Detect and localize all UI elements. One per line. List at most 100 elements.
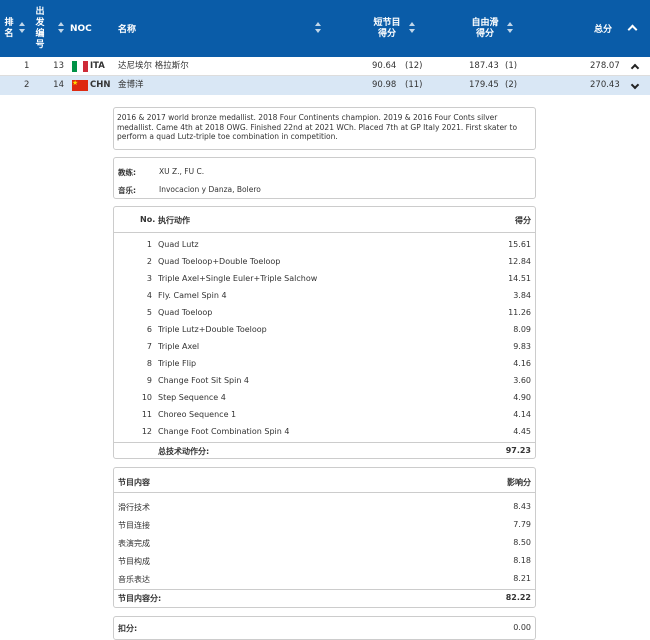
- element-score: 4.45: [513, 427, 531, 436]
- element-number: 7: [146, 342, 152, 351]
- element-number: 4: [146, 291, 152, 300]
- name-header[interactable]: 名称: [118, 0, 136, 57]
- element-score: 14.51: [508, 274, 531, 283]
- element-number: 2: [146, 257, 152, 266]
- element-name: Change Foot Combination Spin 4: [158, 427, 290, 436]
- free-skating-header[interactable]: 自由滑 得分: [468, 0, 502, 57]
- element-score: 4.90: [513, 393, 531, 402]
- element-score: 15.61: [508, 240, 531, 249]
- table-row[interactable]: 2 14 ★ CHN 金博洋 90.98 (11) 179.45 (2) 270…: [0, 76, 650, 95]
- components-total-value: 82.22: [505, 593, 531, 602]
- element-name: Fly. Camel Spin 4: [158, 291, 227, 300]
- total-header[interactable]: 总分: [594, 0, 612, 57]
- divider: [114, 232, 535, 233]
- free-skating-score: 187.43: [469, 61, 499, 71]
- free-skating-score: 179.45: [469, 80, 499, 90]
- results-table-header: 排 名 出 发 编 号 NOC 名称 短节目 得分 自由滑 得分 总分: [0, 0, 650, 57]
- element-score: 11.26: [508, 308, 531, 317]
- element-number: 11: [141, 410, 152, 419]
- coach-label: 教练:: [118, 168, 136, 177]
- element-score: 4.16: [513, 359, 531, 368]
- free-skating-rank: (1): [505, 61, 518, 71]
- chevron-down-icon[interactable]: [631, 82, 639, 90]
- element-score: 4.14: [513, 410, 531, 419]
- free-skating-rank: (2): [505, 80, 518, 90]
- element-name: Quad Toeloop: [158, 308, 213, 317]
- music-value: Invocacion y Danza, Bolero: [159, 185, 261, 194]
- element-score: 3.84: [513, 291, 531, 300]
- table-row[interactable]: 1 13 ITA 达尼埃尔 格拉斯尔 90.64 (12) 187.43 (1)…: [0, 57, 650, 76]
- elements-total-label: 总技术动作分:: [158, 447, 210, 456]
- element-score: 12.84: [508, 257, 531, 266]
- short-program-sort-icon[interactable]: [409, 22, 415, 34]
- component-score: 8.18: [513, 556, 531, 565]
- divider: [114, 442, 535, 443]
- short-program-score: 90.64: [372, 61, 397, 71]
- element-number: 3: [146, 274, 152, 283]
- rank-cell: 2: [24, 80, 30, 90]
- deductions-value: 0.00: [513, 623, 531, 632]
- collapse-all-icon[interactable]: [628, 23, 638, 33]
- component-name: 节目连接: [118, 521, 150, 530]
- element-name: Triple Axel: [158, 342, 200, 351]
- element-name: Quad Toeloop+Double Toeloop: [158, 257, 281, 266]
- component-score: 8.43: [513, 502, 531, 511]
- biography-text: 2016 & 2017 world bronze medallist. 2018…: [117, 113, 518, 141]
- short-program-score: 90.98: [372, 80, 397, 90]
- total-score: 270.43: [590, 80, 620, 90]
- name-sort-icon[interactable]: [315, 22, 321, 34]
- noc-cell: ITA: [90, 61, 105, 71]
- component-name: 节目构成: [118, 557, 150, 566]
- free-skating-sort-icon[interactable]: [507, 22, 513, 34]
- deductions-label: 扣分:: [118, 624, 138, 633]
- music-label: 音乐:: [118, 186, 136, 195]
- divider: [114, 589, 535, 590]
- noc-cell: CHN: [90, 80, 111, 90]
- component-score: 7.79: [513, 520, 531, 529]
- component-name: 表演完成: [118, 539, 150, 548]
- start-number-sort-icon[interactable]: [58, 22, 64, 34]
- short-program-rank: (11): [405, 80, 423, 90]
- skater-name[interactable]: 金博洋: [118, 76, 144, 95]
- total-score: 278.07: [590, 61, 620, 71]
- executed-elements-table: No. 执行动作 得分 总技术动作分: 97.23 1 Quad Lutz 15.6…: [113, 206, 536, 459]
- coach-music-panel: 教练: XU Z., FU C. 音乐: Invocacion y Danza,…: [113, 157, 536, 199]
- noc-header[interactable]: NOC: [70, 0, 92, 57]
- element-score: 3.60: [513, 376, 531, 385]
- elements-no-header: No.: [140, 215, 156, 224]
- rank-header[interactable]: 排 名: [3, 0, 15, 57]
- skater-name[interactable]: 达尼埃尔 格拉斯尔: [118, 57, 189, 76]
- element-number: 6: [146, 325, 152, 334]
- start-number-cell: 14: [53, 80, 64, 90]
- china-flag-icon: ★: [72, 80, 88, 91]
- component-name: 音乐表达: [118, 575, 150, 584]
- component-score: 8.50: [513, 538, 531, 547]
- element-name: Triple Axel+Single Euler+Triple Salchow: [158, 274, 318, 283]
- elements-name-header: 执行动作: [158, 216, 190, 225]
- skater-biography: 2016 & 2017 world bronze medallist. 2018…: [113, 107, 536, 150]
- rank-sort-icon[interactable]: [19, 22, 25, 34]
- element-number: 9: [146, 376, 152, 385]
- divider: [114, 492, 535, 493]
- element-number: 8: [146, 359, 152, 368]
- short-program-rank: (12): [405, 61, 423, 71]
- element-number: 5: [146, 308, 152, 317]
- chevron-up-icon[interactable]: [631, 63, 639, 71]
- components-header: 节目内容: [118, 478, 150, 487]
- element-number: 10: [141, 393, 152, 402]
- element-name: Quad Lutz: [158, 240, 199, 249]
- elements-total-value: 97.23: [505, 446, 531, 455]
- element-name: Step Sequence 4: [158, 393, 226, 402]
- element-name: Choreo Sequence 1: [158, 410, 237, 419]
- short-program-header[interactable]: 短节目 得分: [370, 0, 404, 57]
- components-total-label: 节目内容分:: [118, 594, 162, 603]
- coach-value: XU Z., FU C.: [159, 167, 205, 176]
- deductions-panel: 扣分: 0.00: [113, 616, 536, 640]
- component-score: 8.21: [513, 574, 531, 583]
- element-score: 8.09: [513, 325, 531, 334]
- element-name: Change Foot Sit Spin 4: [158, 376, 250, 385]
- start-number-header[interactable]: 出 发 编 号: [34, 0, 46, 57]
- element-number: 12: [141, 427, 152, 436]
- program-components-table: 节目内容 影响分 节目内容分: 82.22 滑行技术 8.43 节目连接 7.79 表演…: [113, 467, 536, 608]
- element-name: Triple Flip: [158, 359, 197, 368]
